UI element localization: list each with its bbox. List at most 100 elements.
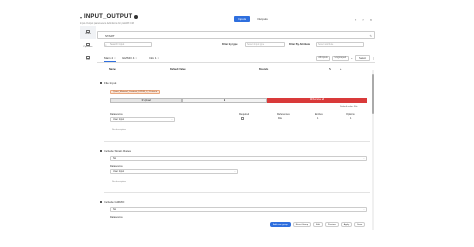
upload-button[interactable]: ⬆ Upload <box>110 98 182 103</box>
chevron-down-icon[interactable]: ⌄ <box>351 56 354 60</box>
search-input[interactable]: Search Input <box>104 42 152 47</box>
page-subtitle: Input-Output parameters definitions for … <box>80 22 134 25</box>
file-tag[interactable]: Quasi_Material_Contrast_DPDM_3_11.vtm ● <box>110 90 160 94</box>
title-row: ▾ INPUT_OUTPUT <box>80 14 139 20</box>
filter-row: ⌕ Search Input Filter by type Select Inp… <box>97 42 375 48</box>
scroll-thumb[interactable] <box>372 74 374 114</box>
tab-label: GIZMO <box>122 56 132 60</box>
strain-rates-value: No <box>113 157 117 160</box>
filter-type-select[interactable]: Select Input type <box>245 42 285 47</box>
apply-button[interactable]: Apply <box>340 222 353 227</box>
nav-item-label: Home <box>85 33 91 36</box>
save-button[interactable]: Save <box>354 222 366 227</box>
nav-item-label: Pipelines <box>83 46 93 49</box>
all-inputs-pill[interactable]: All inputs <box>315 55 331 61</box>
options-label: Options <box>346 113 355 116</box>
close-icon[interactable]: × <box>370 17 372 22</box>
group-select[interactable]: Select <box>355 55 370 61</box>
col-name: Name <box>109 68 116 71</box>
entries-label: Entries <box>315 113 323 116</box>
file-input-section-title[interactable]: File Input <box>100 81 116 85</box>
file-tag-label: Quasi_Material_Contrast_DPDM_3_11.vtm <box>113 91 155 93</box>
pencil-icon[interactable]: ✎ <box>329 68 331 71</box>
references-label: References <box>277 113 290 116</box>
more-icon[interactable]: ⋮ <box>372 56 375 60</box>
col-default: Default Value <box>170 68 186 71</box>
header: ▾ INPUT_OUTPUT Input-Output parameters d… <box>80 14 380 28</box>
status-dot-icon <box>134 15 139 19</box>
strain-rates-description: No description <box>112 181 126 183</box>
required-checkbox[interactable] <box>241 117 244 120</box>
nav-item-pipelines[interactable]: Pipelines <box>80 39 96 52</box>
tab-badge: 4 <box>111 56 114 60</box>
filter-attr-select[interactable]: Select attribute <box>316 42 364 47</box>
tab-label: Info <box>149 56 155 60</box>
options-value: 1 <box>350 117 352 120</box>
nav-item-edit[interactable]: Edit <box>80 52 96 65</box>
tab-info[interactable]: Info 1× <box>149 56 159 60</box>
entries-value: 1 <box>317 117 319 120</box>
path-field[interactable]: START ✎ <box>97 31 375 39</box>
back-icon[interactable]: ▾ <box>80 15 82 20</box>
datasource-select[interactable]: User Input ⌄ <box>110 169 238 174</box>
tab-badge: 1 <box>154 56 157 60</box>
preview-button[interactable]: Preview <box>324 222 339 227</box>
add-icon[interactable]: ‹ <box>355 17 356 22</box>
file-button-bar: ⬆ Upload ⬇ ✖ Remove all <box>110 98 367 103</box>
upload-label: Upload <box>143 100 151 102</box>
file-description: No description <box>112 129 126 131</box>
gizmo-value: No <box>113 208 117 211</box>
back-icon[interactable]: › <box>362 17 363 22</box>
bottom-action-bar: Add new group Reset Group Edit Preview A… <box>270 222 366 227</box>
divider <box>104 141 370 142</box>
tab-gizmo[interactable]: GIZMO 4× <box>122 56 137 60</box>
add-icon[interactable]: + <box>340 68 341 71</box>
drag-handle-icon[interactable] <box>100 82 102 84</box>
io-tabs: Inputs Outputs <box>234 16 272 22</box>
close-icon[interactable]: × <box>135 56 137 60</box>
strain-rates-select[interactable]: No ⌄ <box>110 156 367 161</box>
default-value-link[interactable]: Default value: File <box>340 106 358 108</box>
chevron-down-icon: ⌄ <box>363 158 365 160</box>
header-icons: ‹ › × <box>355 17 372 22</box>
add-new-group-button[interactable]: Add new group <box>270 222 291 227</box>
tab-label: Main <box>104 56 111 60</box>
col-bounds: Bounds <box>259 68 269 71</box>
gizmo-section-title[interactable]: Include GIZMO <box>100 200 124 204</box>
close-icon[interactable]: ● <box>156 91 157 93</box>
required-label: Required <box>239 113 250 116</box>
datasource-value: User Input <box>113 118 125 121</box>
chevron-down-icon: ⌄ <box>234 171 236 173</box>
divider <box>104 192 370 193</box>
tab-outputs[interactable]: Outputs <box>253 16 272 22</box>
chevron-down-icon: ⌄ <box>363 209 365 211</box>
close-icon[interactable]: × <box>158 56 160 60</box>
datasource-select[interactable]: User Input ⌄ <box>110 117 175 122</box>
edit-button[interactable]: Edit <box>313 222 323 227</box>
nav-item-home[interactable]: Home <box>80 26 96 39</box>
gizmo-select[interactable]: No ⌄ <box>110 207 367 212</box>
nav-item-label: Edit <box>86 59 90 62</box>
reset-group-button[interactable]: Reset Group <box>292 222 312 227</box>
remove-label: Remove all <box>312 99 325 101</box>
page-title: INPUT_OUTPUT <box>84 14 133 20</box>
tab-inputs[interactable]: Inputs <box>234 16 251 22</box>
remove-all-button[interactable]: ✖ Remove all <box>267 98 367 103</box>
table-header: Name Default Value Bounds ✎ + <box>104 67 370 73</box>
pencil-icon[interactable]: ✎ <box>369 34 372 38</box>
main-panel: START ✎ ⌕ Search Input Filter by type Se… <box>97 28 375 247</box>
left-nav: Home Pipelines Edit <box>80 26 96 126</box>
download-button[interactable]: ⬇ <box>182 98 267 103</box>
tab-main[interactable]: Main 4× <box>104 56 116 62</box>
drag-handle-icon[interactable] <box>100 150 102 152</box>
section-title-text: File Input <box>104 81 117 85</box>
drag-handle-icon[interactable] <box>100 201 102 203</box>
datasource-value: User Input <box>113 170 125 173</box>
scrollbar[interactable] <box>372 70 374 230</box>
references-value: File <box>278 117 283 120</box>
section-title-text: Include Strain Rates <box>104 149 132 153</box>
ungrouped-pill[interactable]: Ungrouped <box>332 55 349 61</box>
path-value: START <box>105 34 115 38</box>
strain-rates-section-title[interactable]: Include Strain Rates <box>100 149 131 153</box>
close-icon[interactable]: × <box>114 56 116 60</box>
